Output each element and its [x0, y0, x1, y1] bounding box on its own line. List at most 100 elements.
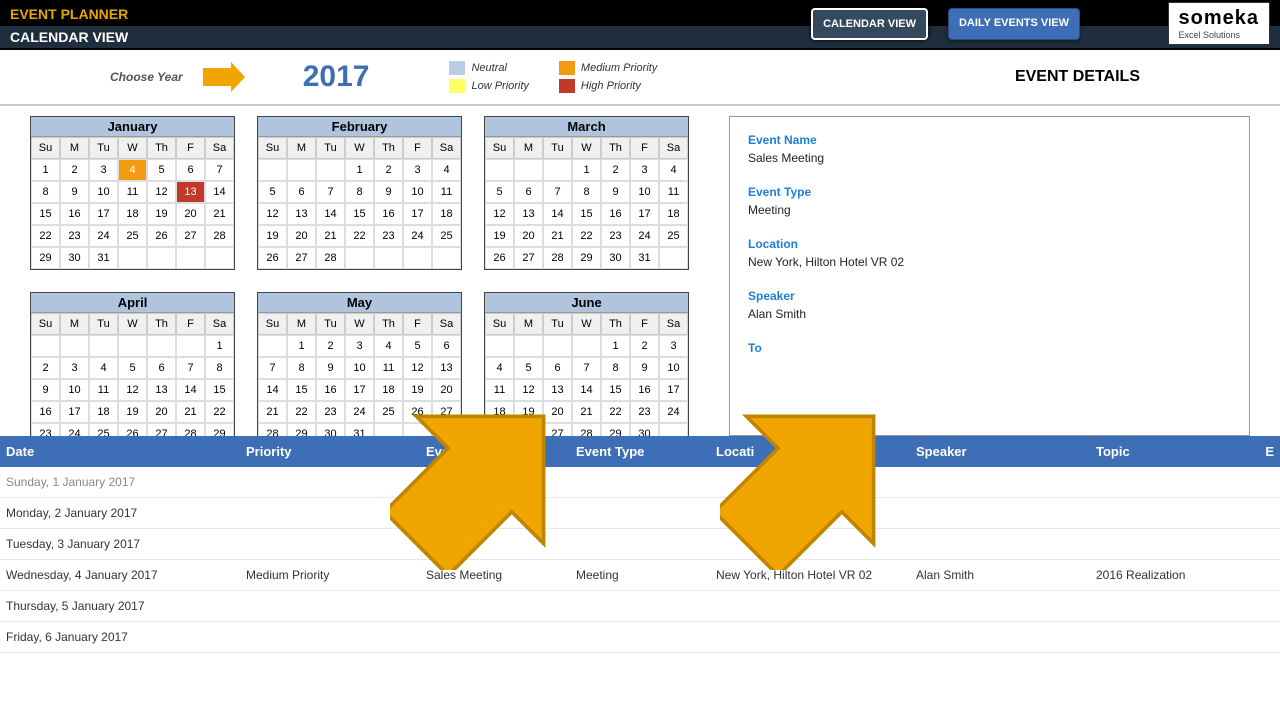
calendar-day[interactable]: 27 [432, 401, 461, 423]
calendar-day[interactable]: 11 [89, 379, 118, 401]
calendar-day[interactable]: 17 [89, 203, 118, 225]
calendar-day[interactable]: 28 [176, 423, 205, 436]
calendar-day[interactable]: 3 [60, 357, 89, 379]
calendar-day[interactable]: 28 [543, 247, 572, 269]
calendar-day[interactable]: 18 [432, 203, 461, 225]
calendar-day[interactable]: 9 [374, 181, 403, 203]
calendar-day[interactable]: 21 [205, 203, 234, 225]
calendar-day[interactable]: 18 [659, 203, 688, 225]
calendar-day[interactable]: 14 [176, 379, 205, 401]
calendar-day[interactable]: 24 [345, 401, 374, 423]
calendar-day[interactable]: 2 [31, 357, 60, 379]
calendar-day[interactable]: 18 [485, 401, 514, 423]
calendar-day[interactable]: 2 [630, 335, 659, 357]
table-row[interactable]: Monday, 2 January 2017 [0, 498, 1280, 529]
calendar-day[interactable]: 6 [543, 357, 572, 379]
calendar-day[interactable]: 4 [89, 357, 118, 379]
calendar-day[interactable]: 16 [31, 401, 60, 423]
calendar-day[interactable]: 19 [258, 225, 287, 247]
calendar-day[interactable]: 16 [316, 379, 345, 401]
calendar-day[interactable]: 17 [403, 203, 432, 225]
calendar-day[interactable]: 19 [118, 401, 147, 423]
calendar-day[interactable]: 23 [374, 225, 403, 247]
calendar-day[interactable]: 19 [403, 379, 432, 401]
calendar-day[interactable]: 28 [205, 225, 234, 247]
calendar-day[interactable]: 24 [403, 225, 432, 247]
calendar-day[interactable]: 16 [60, 203, 89, 225]
calendar-day[interactable]: 15 [572, 203, 601, 225]
calendar-day[interactable]: 7 [176, 357, 205, 379]
calendar-day[interactable]: 24 [60, 423, 89, 436]
calendar-day[interactable]: 15 [205, 379, 234, 401]
calendar-day[interactable]: 7 [316, 181, 345, 203]
calendar-day[interactable]: 22 [31, 225, 60, 247]
calendar-day[interactable]: 14 [258, 379, 287, 401]
calendar-day[interactable]: 19 [485, 225, 514, 247]
calendar-day[interactable]: 20 [432, 379, 461, 401]
calendar-day[interactable]: 4 [432, 159, 461, 181]
calendar-day[interactable]: 27 [514, 247, 543, 269]
calendar-day[interactable]: 24 [630, 225, 659, 247]
calendar-day[interactable]: 20 [147, 401, 176, 423]
calendar-day[interactable]: 25 [485, 423, 514, 436]
calendar-day[interactable]: 4 [485, 357, 514, 379]
calendar-day[interactable]: 23 [630, 401, 659, 423]
calendar-day[interactable]: 15 [345, 203, 374, 225]
calendar-day[interactable]: 6 [514, 181, 543, 203]
calendar-day[interactable]: 12 [485, 203, 514, 225]
calendar-day[interactable]: 17 [630, 203, 659, 225]
calendar-day[interactable]: 11 [118, 181, 147, 203]
calendar-day[interactable]: 18 [89, 401, 118, 423]
table-row[interactable]: Friday, 6 January 2017 [0, 622, 1280, 653]
calendar-day[interactable]: 13 [432, 357, 461, 379]
calendar-day[interactable]: 4 [374, 335, 403, 357]
calendar-day[interactable]: 10 [345, 357, 374, 379]
calendar-day[interactable]: 20 [543, 401, 572, 423]
daily-events-view-button[interactable]: DAILY EVENTS VIEW [948, 8, 1080, 40]
calendar-day[interactable]: 26 [147, 225, 176, 247]
calendar-day[interactable]: 14 [543, 203, 572, 225]
calendar-day[interactable]: 1 [345, 159, 374, 181]
calendar-day[interactable]: 25 [432, 225, 461, 247]
calendar-day[interactable]: 3 [630, 159, 659, 181]
calendar-day[interactable]: 20 [287, 225, 316, 247]
calendar-day[interactable]: 3 [89, 159, 118, 181]
calendar-day[interactable]: 5 [118, 357, 147, 379]
table-row[interactable]: Wednesday, 4 January 2017Medium Priority… [0, 560, 1280, 591]
calendar-day[interactable]: 12 [258, 203, 287, 225]
calendar-day[interactable]: 15 [287, 379, 316, 401]
calendar-day[interactable]: 26 [514, 423, 543, 436]
calendar-day[interactable]: 1 [601, 335, 630, 357]
calendar-day[interactable]: 9 [31, 379, 60, 401]
calendar-day[interactable]: 30 [630, 423, 659, 436]
calendar-day[interactable]: 24 [659, 401, 688, 423]
calendar-day[interactable]: 13 [147, 379, 176, 401]
calendar-day[interactable]: 2 [316, 335, 345, 357]
calendar-day[interactable]: 12 [403, 357, 432, 379]
calendar-day[interactable]: 1 [287, 335, 316, 357]
calendar-day[interactable]: 23 [601, 225, 630, 247]
calendar-day[interactable]: 22 [345, 225, 374, 247]
calendar-day[interactable]: 11 [485, 379, 514, 401]
calendar-day[interactable]: 13 [176, 181, 205, 203]
calendar-day[interactable]: 15 [601, 379, 630, 401]
calendar-day[interactable]: 19 [147, 203, 176, 225]
calendar-day[interactable]: 27 [287, 247, 316, 269]
calendar-day[interactable]: 8 [572, 181, 601, 203]
calendar-day[interactable]: 27 [543, 423, 572, 436]
calendar-day[interactable]: 29 [572, 247, 601, 269]
calendar-day[interactable]: 14 [572, 379, 601, 401]
calendar-day[interactable]: 8 [205, 357, 234, 379]
calendar-day[interactable]: 22 [287, 401, 316, 423]
calendar-day[interactable]: 20 [514, 225, 543, 247]
table-row[interactable]: Sunday, 1 January 2017 [0, 467, 1280, 498]
calendar-day[interactable]: 17 [659, 379, 688, 401]
calendar-day[interactable]: 3 [403, 159, 432, 181]
calendar-day[interactable]: 22 [601, 401, 630, 423]
calendar-day[interactable]: 21 [543, 225, 572, 247]
calendar-day[interactable]: 25 [118, 225, 147, 247]
calendar-day[interactable]: 2 [374, 159, 403, 181]
calendar-day[interactable]: 25 [659, 225, 688, 247]
calendar-day[interactable]: 30 [60, 247, 89, 269]
calendar-view-button[interactable]: CALENDAR VIEW [811, 8, 928, 40]
